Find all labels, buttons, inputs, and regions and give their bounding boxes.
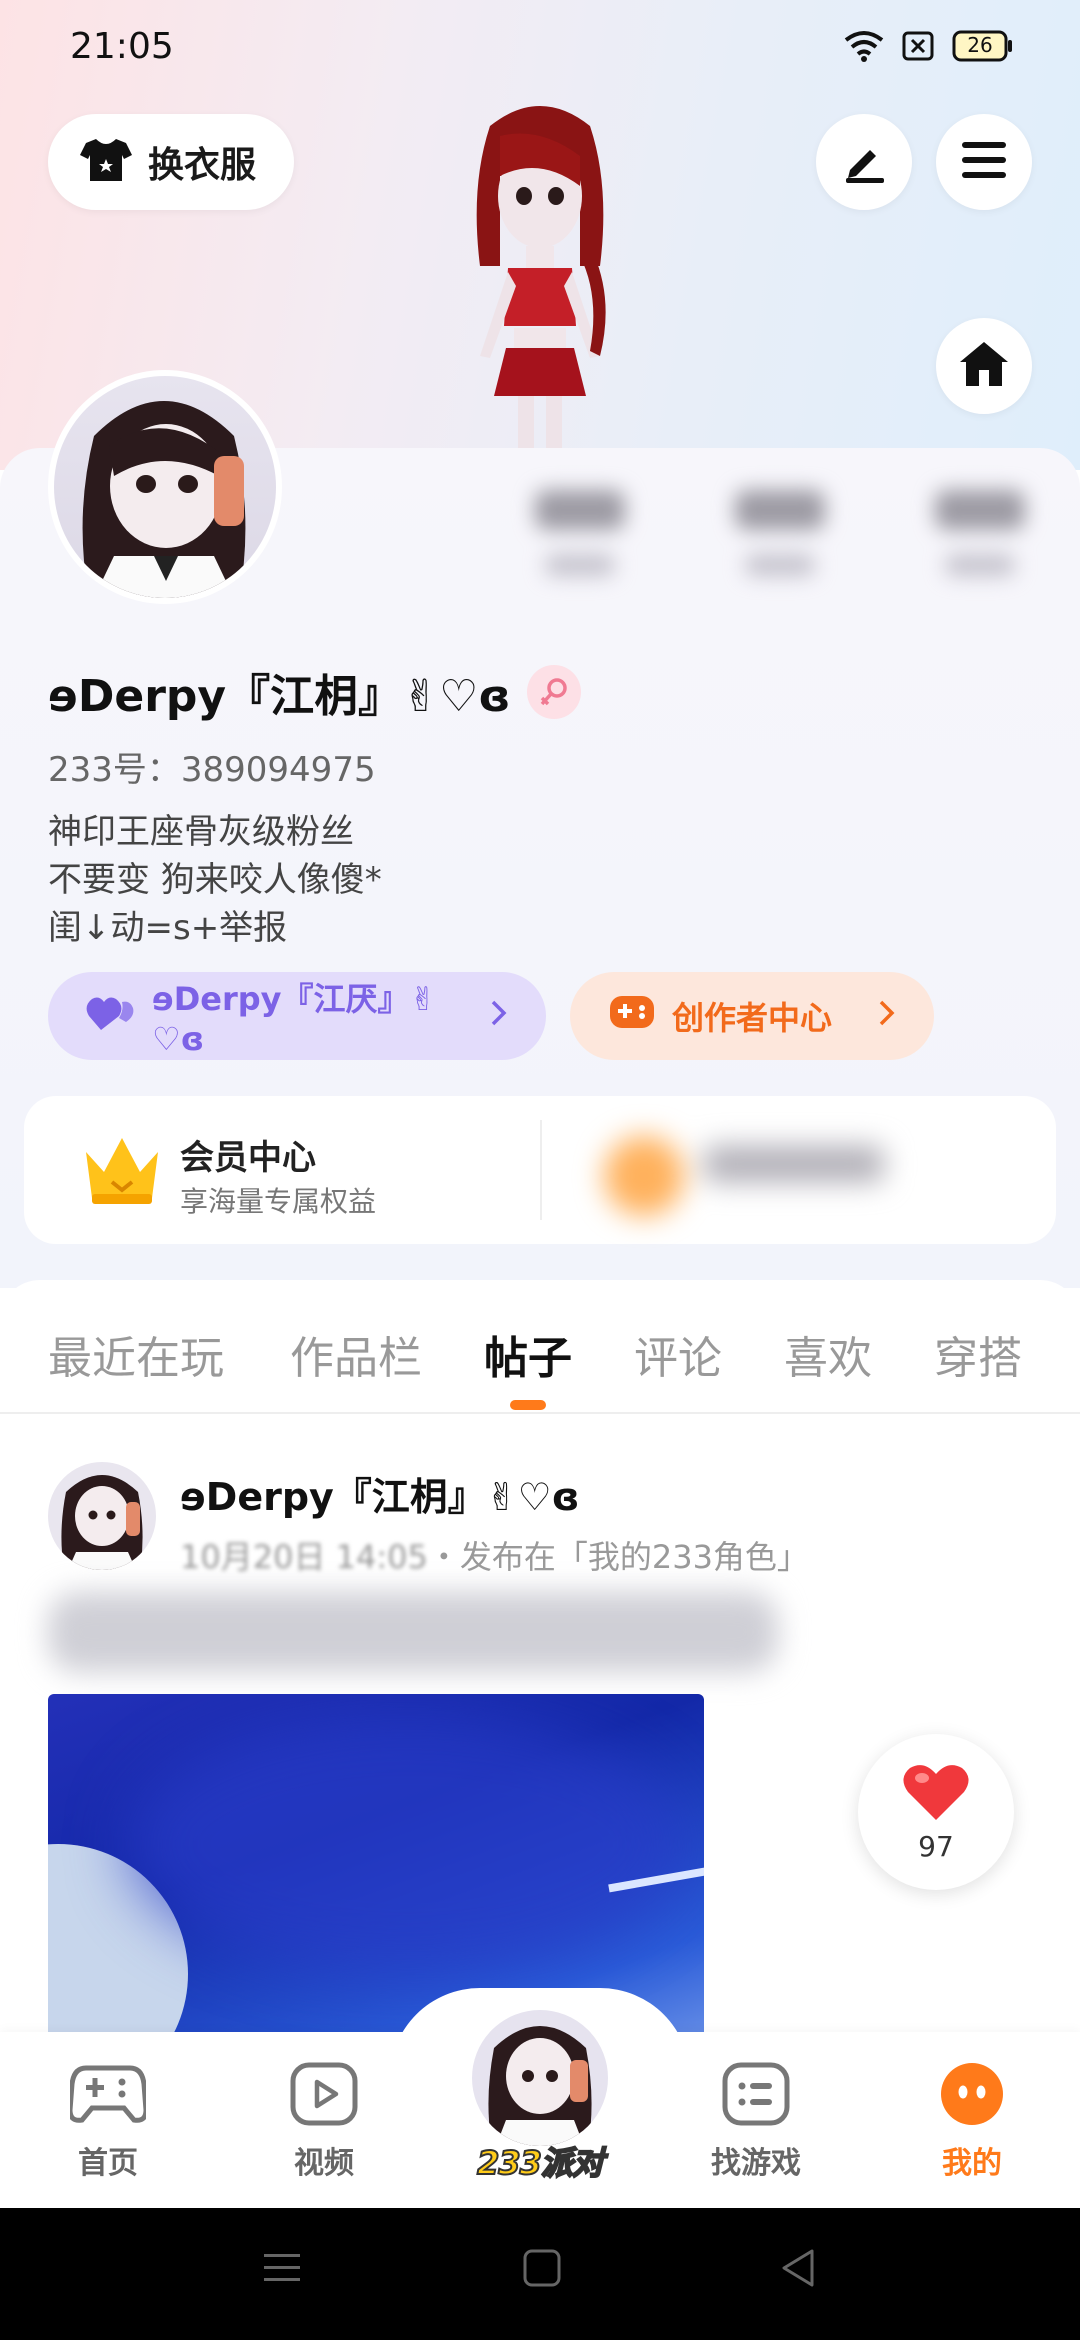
nav-find-games[interactable]: 找游戏	[676, 2062, 836, 2182]
wifi-icon	[844, 30, 884, 62]
vip-subtitle: 享海量专属权益	[180, 1185, 377, 1218]
face-icon	[938, 2062, 1006, 2130]
character-avatar-figure[interactable]	[430, 96, 650, 456]
username-row: ɘDerpy『江枂』✌♡ɞ	[48, 660, 581, 724]
battery-icon: 26	[952, 30, 1014, 62]
play-icon	[290, 2062, 358, 2130]
nav-label: 视频	[294, 2146, 354, 2181]
profile-stats-hidden	[480, 450, 1080, 630]
nav-label: 找游戏	[711, 2146, 801, 2181]
bio: 神印王座骨灰级粉丝 不要变 狗来咬人像傻* 闺↓动=s+举报	[48, 808, 382, 952]
gamepad-icon	[67, 2062, 149, 2130]
heart-icon	[902, 1762, 970, 1826]
tab-posts[interactable]: 帖子	[484, 1322, 572, 1386]
list-icon	[722, 2062, 790, 2130]
creator-center-label: 创作者中心	[672, 999, 833, 1037]
home-square-icon[interactable]	[522, 2248, 562, 2292]
tab-recently-played[interactable]: 最近在玩	[48, 1322, 224, 1386]
like-button[interactable]: 97	[858, 1734, 1014, 1890]
back-triangle-icon[interactable]	[778, 2248, 818, 2292]
pencil-icon	[840, 136, 888, 188]
profile-tabs: 最近在玩 作品栏 帖子 评论 喜欢 穿搭	[0, 1280, 1080, 1414]
stat-item	[535, 490, 625, 576]
party-logo[interactable]: 233派对	[468, 2138, 612, 2184]
fan-group-label: ɘDerpy『江厌』✌♡ɞ	[152, 980, 437, 1058]
female-gender-icon	[526, 665, 581, 719]
gamepad-plus-icon	[608, 992, 656, 1040]
double-heart-icon	[86, 992, 136, 1040]
menu-icon	[960, 138, 1008, 186]
tab-works[interactable]: 作品栏	[290, 1322, 422, 1386]
bio-line: 闺↓动=s+举报	[48, 908, 288, 948]
house-icon	[958, 340, 1010, 392]
post-author-name[interactable]: ɘDerpy『江枂』✌♡ɞ	[180, 1466, 580, 1521]
username: ɘDerpy『江枂』✌♡ɞ	[48, 671, 511, 722]
recent-apps-icon[interactable]	[262, 2248, 302, 2292]
active-tab-indicator	[510, 1400, 546, 1410]
creator-center-pill[interactable]: 创作者中心	[570, 972, 934, 1060]
sim-icon	[902, 31, 934, 61]
post-date: 10月20日 14:05	[180, 1538, 428, 1576]
bio-line: 神印王座骨灰级粉丝	[48, 812, 354, 852]
shirt-icon	[80, 137, 132, 187]
chevron-right-icon	[878, 997, 896, 1035]
edit-profile-button[interactable]	[816, 114, 912, 210]
party-avatar-button[interactable]	[468, 2006, 612, 2150]
fan-group-pill[interactable]: ɘDerpy『江厌』✌♡ɞ	[48, 972, 546, 1060]
tab-likes[interactable]: 喜欢	[784, 1322, 872, 1386]
stat-item	[935, 490, 1025, 576]
divider	[540, 1120, 542, 1220]
profile-avatar[interactable]	[48, 370, 282, 604]
user-id[interactable]: 233号：389094975	[48, 742, 376, 791]
like-count: 97	[918, 1829, 954, 1863]
stat-item	[735, 490, 825, 576]
post-author-avatar[interactable]	[48, 1462, 156, 1570]
menu-button[interactable]	[936, 114, 1032, 210]
post-item[interactable]: ɘDerpy『江枂』✌♡ɞ 10月20日 14:05・发布在「我的233角色」	[0, 1414, 1080, 2054]
vip-center-entry[interactable]: 会员中心 享海量专属权益	[24, 1096, 540, 1244]
crown-icon	[82, 1132, 162, 1212]
status-time: 21:05	[70, 26, 174, 67]
nav-label: 首页	[78, 2146, 138, 2181]
change-outfit-label: 换衣服	[148, 145, 257, 186]
change-outfit-button[interactable]: 换衣服	[48, 114, 294, 210]
system-navigation-bar	[0, 2208, 1080, 2340]
hidden-vip-entry[interactable]	[584, 1126, 944, 1216]
nav-label: 我的	[942, 2146, 1002, 2181]
vip-card: 会员中心 享海量专属权益	[24, 1096, 1056, 1244]
post-location[interactable]: ・发布在「我的233角色」	[428, 1538, 809, 1576]
status-icons: 26	[844, 30, 1014, 62]
chevron-right-icon	[490, 997, 508, 1035]
vip-title: 会员中心	[180, 1138, 316, 1178]
nav-home[interactable]: 首页	[28, 2062, 188, 2182]
post-meta: 10月20日 14:05・发布在「我的233角色」	[180, 1532, 809, 1578]
tab-comments[interactable]: 评论	[634, 1322, 722, 1386]
bio-line: 不要变 狗来咬人像傻*	[48, 860, 382, 900]
nav-mine[interactable]: 我的	[892, 2062, 1052, 2182]
tab-outfits[interactable]: 穿搭	[934, 1322, 1022, 1386]
post-text-hidden	[48, 1592, 778, 1672]
home-button[interactable]	[936, 318, 1032, 414]
nav-video[interactable]: 视频	[244, 2062, 404, 2182]
battery-level: 26	[967, 33, 993, 57]
status-bar: 21:05 26	[0, 0, 1080, 96]
